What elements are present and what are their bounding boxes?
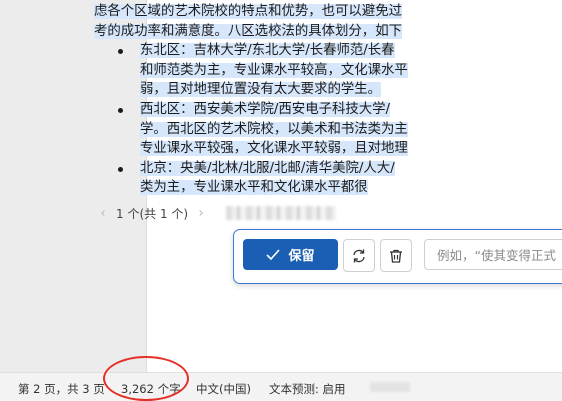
list-item-text: 学。西北区的艺术院校，以美术和书法类为主 (140, 121, 408, 137)
checkmark-icon (266, 248, 281, 260)
blurred-region (226, 206, 337, 220)
list-item-text: 东北区：吉林大学/东北大学/长春师范/长春 (140, 43, 395, 59)
regenerate-icon (353, 249, 365, 262)
language-indicator[interactable]: 中文(中国) (196, 381, 251, 397)
status-bar: 第 2 页，共 3 页 3,262 个字 中文(中国) 文本预测: 启用 (0, 372, 562, 401)
list-item-text: 弱，且对地理位置没有太大要求的学生。 (140, 82, 382, 98)
chevron-right-icon[interactable]: › (192, 206, 210, 221)
list-item: 西北区：西安美术学院/西安电子科技大学/ (94, 100, 434, 120)
list-item-text: 和师范类为主，专业课水平较高，文化课水平 (140, 62, 408, 78)
document-body[interactable]: 虑各个区域的艺术院校的特点和优势，也可以避免过 考的成功率和满意度。八区选校法的… (94, 2, 434, 198)
page-count[interactable]: 第 2 页，共 3 页 (18, 381, 105, 397)
copilot-action-bar: 保留 例如，“使其变得正式 (233, 229, 562, 284)
regenerate-button[interactable] (343, 239, 375, 272)
list-item: 东北区：吉林大学/东北大学/长春师范/长春 (94, 41, 434, 61)
highlighted-text: 考的成功率和满意度。八区选校法的具体划分，如下 (94, 23, 402, 39)
list-item: 北京：央美/北林/北服/北邮/清华美院/人大/ (94, 159, 434, 179)
bullet-icon (118, 107, 123, 113)
list-item-text: 专业课水平较强，文化课水平较弱，且对地理 (140, 141, 408, 157)
trash-icon (390, 249, 402, 263)
paragraph-line: 虑各个区域的艺术院校的特点和优势，也可以避免过 (94, 2, 434, 22)
text-prediction-status[interactable]: 文本预测: 启用 (269, 381, 346, 397)
list-item-text: 北京：央美/北林/北服/北邮/清华美院/人大/ (140, 160, 395, 176)
list-item-text: 西北区：西安美术学院/西安电子科技大学/ (140, 101, 391, 117)
list-item-continuation: 专业课水平较强，文化课水平较弱，且对地理 (94, 139, 434, 159)
list-item-continuation: 和师范类为主，专业课水平较高，文化课水平 (94, 61, 434, 81)
delete-button[interactable] (380, 239, 412, 272)
list-item-continuation: 弱，且对地理位置没有太大要求的学生。 (94, 80, 434, 100)
word-window: 虑各个区域的艺术院校的特点和优势，也可以避免过 考的成功率和满意度。八区选校法的… (0, 0, 562, 401)
suggestion-pager: ‹ 1 个(共 1 个) › (94, 203, 337, 223)
list-item-continuation: 类为主，专业课水平和文化课水平都很 (94, 178, 434, 198)
list-item-text: 类为主，专业课水平和文化课水平都很 (140, 180, 368, 196)
prompt-input[interactable]: 例如，“使其变得正式 (424, 239, 562, 270)
bullet-icon (118, 166, 123, 172)
paragraph-line: 考的成功率和满意度。八区选校法的具体划分，如下 (94, 22, 434, 42)
bullet-icon (118, 49, 123, 55)
keep-button[interactable]: 保留 (243, 239, 338, 270)
list-item-continuation: 学。西北区的艺术院校，以美术和书法类为主 (94, 120, 434, 140)
highlighted-text: 虑各个区域的艺术院校的特点和优势，也可以避免过 (94, 4, 402, 19)
chevron-left-icon[interactable]: ‹ (94, 206, 112, 221)
word-count[interactable]: 3,262 个字 (121, 381, 181, 397)
blurred-region (370, 382, 410, 392)
suggestion-count: 1 个(共 1 个) (116, 206, 189, 221)
keep-button-label: 保留 (288, 249, 315, 264)
